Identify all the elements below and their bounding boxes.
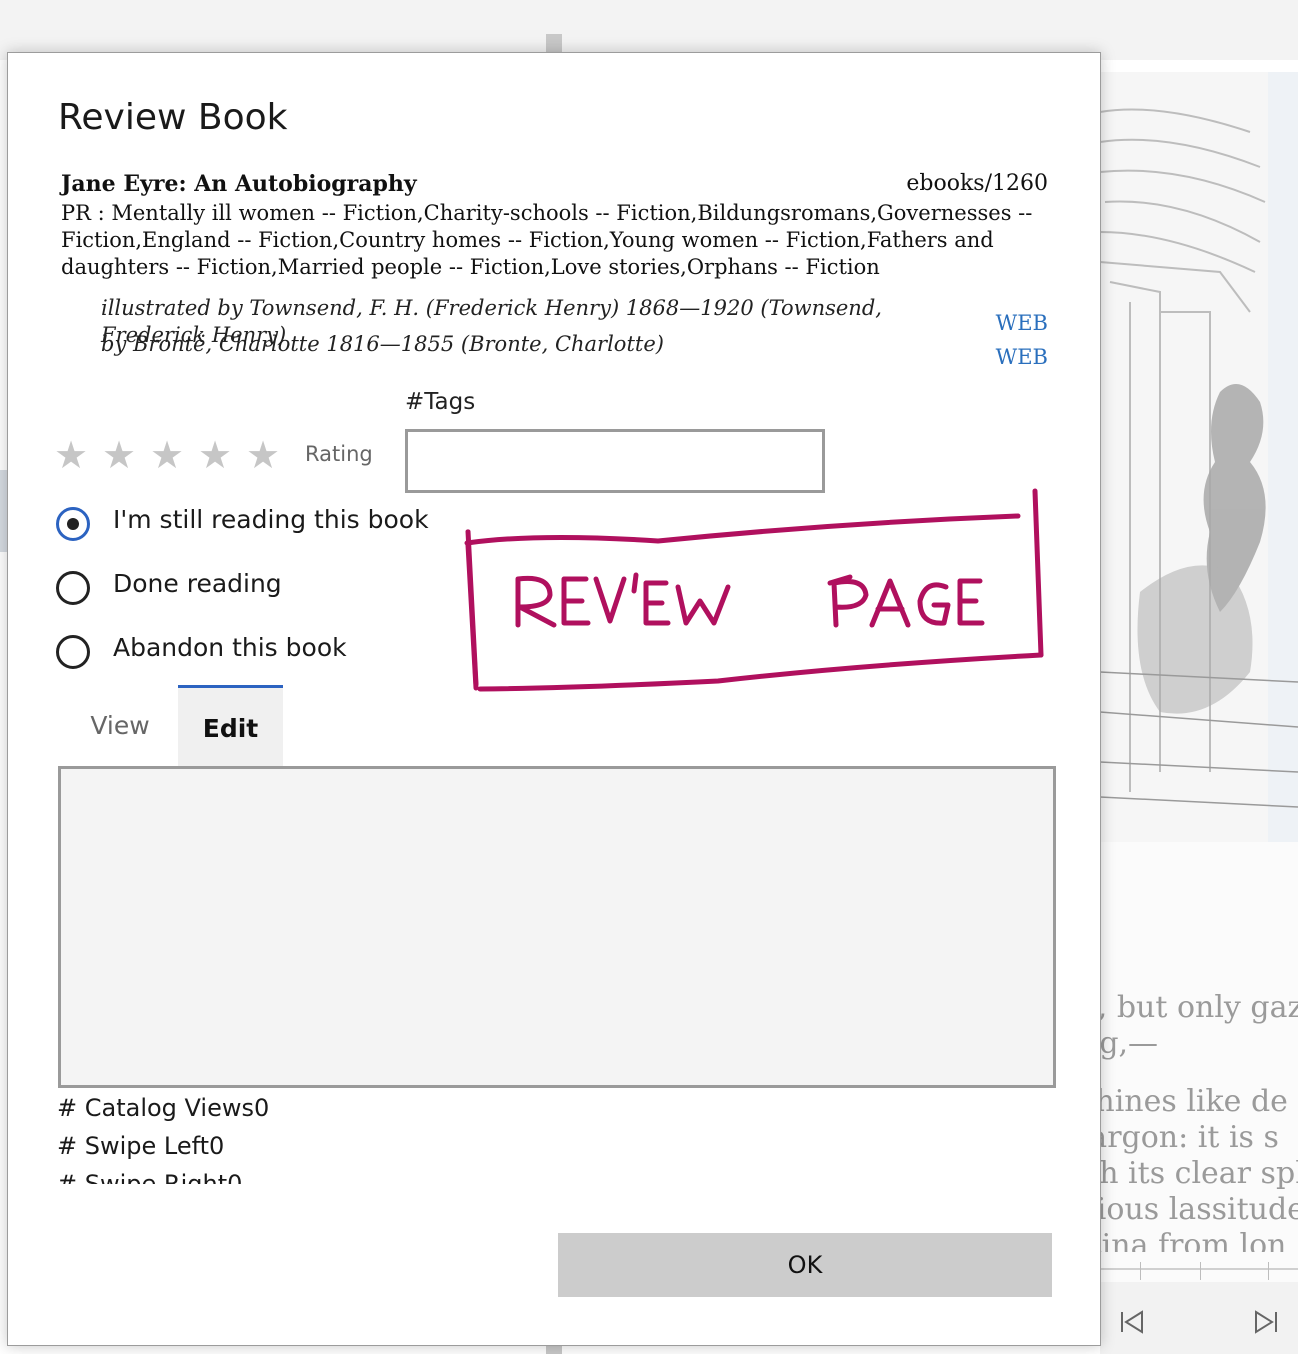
author-web-link[interactable]: WEB [996, 345, 1048, 369]
radio-button-icon[interactable] [56, 635, 90, 669]
star-icon[interactable]: ★ [102, 433, 136, 477]
rating-label: Rating [305, 442, 373, 466]
stats-list: # Catalog Views0 # Swipe Left0 # Swipe R… [57, 1089, 657, 1184]
reader-text-line: cious lassitude [1080, 1192, 1298, 1227]
reader-text-line: ltina from lon [1080, 1228, 1287, 1252]
reader-top-bar [0, 0, 1298, 60]
radio-label[interactable]: Abandon this book [113, 633, 347, 662]
reader-text: e, but only gaz ng,— shines like de jarg… [1080, 990, 1298, 1252]
reader-text-line: ng,— [1080, 1026, 1159, 1061]
book-subjects: PR : Mentally ill women -- Fiction,Chari… [61, 201, 1033, 279]
reader-text-line: gh its clear sph [1080, 1156, 1298, 1191]
tab-label[interactable]: View [70, 711, 170, 740]
radio-label[interactable]: Done reading [113, 569, 282, 598]
review-book-dialog: Review Book Jane Eyre: An Autobiography … [7, 52, 1101, 1346]
tab-view[interactable]: View [70, 685, 170, 763]
radio-button-icon[interactable] [56, 507, 90, 541]
star-icon[interactable]: ★ [198, 433, 232, 477]
star-icon[interactable]: ★ [246, 433, 280, 477]
book-title: Jane Eyre: An Autobiography [61, 171, 417, 197]
radio-label[interactable]: I'm still reading this book [113, 505, 429, 534]
ok-button[interactable]: OK [558, 1233, 1052, 1297]
radio-button-icon[interactable] [56, 571, 90, 605]
reader-nav-bar [1100, 1282, 1298, 1354]
tags-label: #Tags [405, 389, 476, 415]
reader-text-line: e, but only gaz [1080, 990, 1298, 1025]
stat-swipe-left: # Swipe Left0 [57, 1132, 225, 1160]
page-slider[interactable] [1100, 1262, 1298, 1282]
dialog-title: Review Book [58, 97, 288, 138]
author: by Brontë, Charlotte 1816—1855 (Bronte, … [101, 332, 664, 356]
stat-catalog-views: # Catalog Views0 [57, 1094, 270, 1122]
star-icon[interactable]: ★ [150, 433, 184, 477]
review-text-editor[interactable] [58, 766, 1056, 1088]
star-icon[interactable]: ★ [54, 433, 88, 477]
reader-text-line: shines like de [1080, 1084, 1288, 1119]
review-page-annotation [464, 488, 1044, 692]
illustrator-web-link[interactable]: WEB [996, 311, 1048, 335]
reader-splitter[interactable] [546, 34, 562, 54]
book-id: ebooks/1260 [906, 171, 1048, 196]
skip-forward-icon[interactable] [1246, 1304, 1286, 1340]
book-illustration [1100, 72, 1298, 842]
tab-label[interactable]: Edit [178, 714, 283, 743]
reader-text-line: jargon: it is s [1080, 1120, 1279, 1155]
tab-edit[interactable]: Edit [178, 685, 283, 766]
skip-back-icon[interactable] [1112, 1304, 1152, 1340]
stat-swipe-right: # Swipe Right0 [57, 1170, 243, 1184]
